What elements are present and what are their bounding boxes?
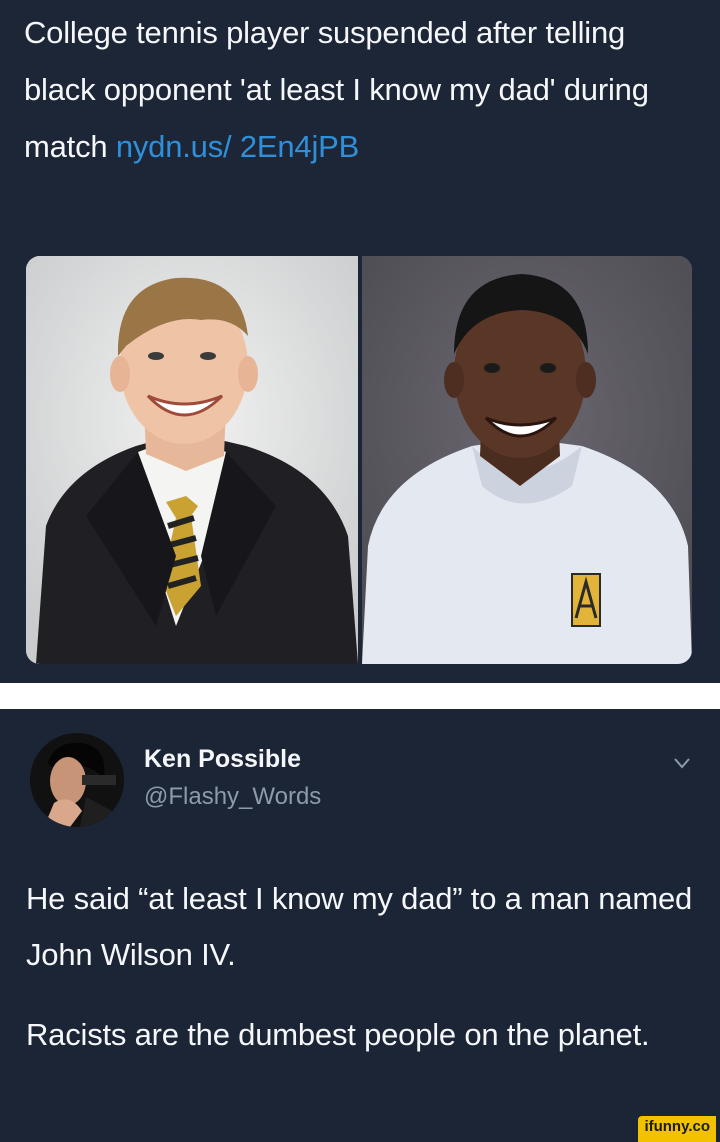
display-name[interactable]: Ken Possible (144, 745, 301, 774)
photo-grid[interactable] (26, 256, 692, 664)
news-tweet: College tennis player suspended after te… (0, 0, 720, 683)
user-handle[interactable]: @Flashy_Words (144, 783, 321, 811)
university-logo-icon (571, 573, 601, 627)
reply-text-paragraph-2: Racists are the dumbest people on the pl… (26, 1017, 650, 1052)
photo-player-suit[interactable] (26, 256, 358, 664)
tweet-headline: College tennis player suspended after te… (24, 4, 704, 175)
avatar[interactable] (30, 733, 124, 827)
reply-tweet: Ken Possible @Flashy_Words He said “at l… (0, 709, 720, 1142)
reply-text-paragraph-1: He said “at least I know my dad” to a ma… (26, 881, 693, 972)
ifunny-watermark: ifunny.co (638, 1116, 716, 1142)
post-divider (0, 683, 720, 709)
headline-link[interactable]: nydn.us/ 2En4jPB (116, 129, 359, 164)
chevron-down-icon[interactable] (672, 755, 692, 771)
photo-opponent-sweater[interactable] (362, 256, 692, 664)
